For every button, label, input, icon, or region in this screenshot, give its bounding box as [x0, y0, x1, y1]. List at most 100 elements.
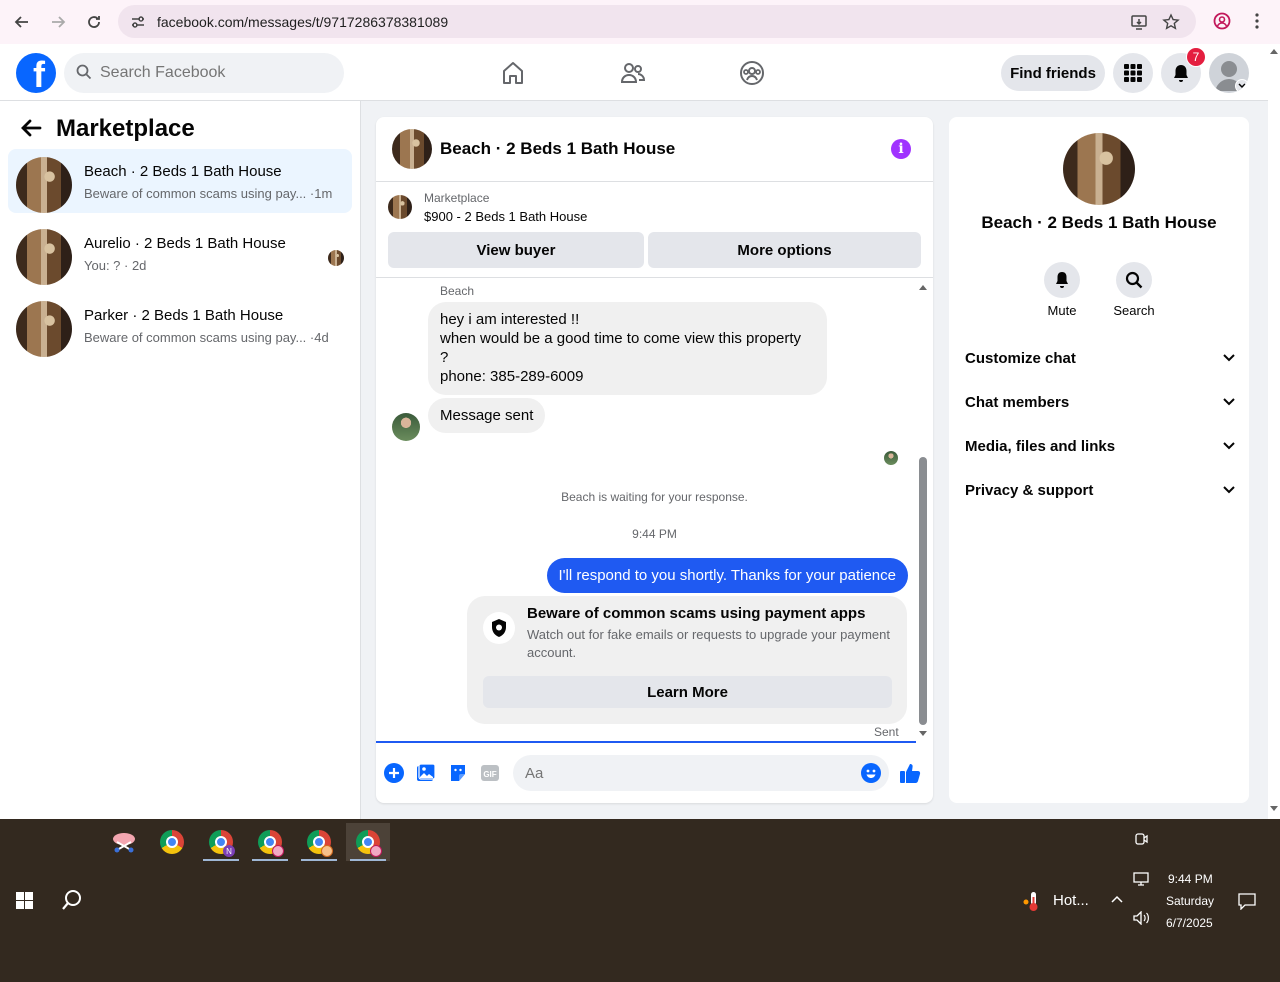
- home-icon[interactable]: [498, 58, 528, 88]
- section-label: Chat members: [965, 393, 1070, 411]
- chat-avatar: [1063, 133, 1135, 205]
- chevron-down-icon: [1223, 442, 1235, 450]
- scam-warning-card: Beware of common scams using payment app…: [467, 596, 907, 724]
- search-icon: [76, 64, 92, 80]
- sent-status: Sent: [874, 725, 899, 739]
- volume-icon[interactable]: [1133, 911, 1151, 925]
- chat-title[interactable]: Beach · 2 Beds 1 Bath House: [440, 139, 675, 159]
- weather-text[interactable]: Hot...: [1053, 892, 1089, 909]
- url-text[interactable]: facebook.com/messages/t/9717286378381089: [157, 14, 448, 30]
- message-line: phone: 385-289-6009: [440, 368, 584, 385]
- back-icon[interactable]: [8, 8, 36, 36]
- chevron-up-icon[interactable]: [1111, 895, 1123, 903]
- find-friends-button[interactable]: Find friends: [1001, 55, 1105, 91]
- listing-thumbnail: [16, 229, 72, 285]
- profile-icon[interactable]: [1213, 12, 1231, 30]
- search-icon[interactable]: [61, 889, 83, 911]
- chat-header: Beach · 2 Beds 1 Bath House i: [376, 117, 933, 182]
- conversation-list-panel: Marketplace Beach · 2 Beds 1 Bath House …: [0, 101, 361, 819]
- outgoing-message[interactable]: I'll respond to you shortly. Thanks for …: [546, 558, 908, 593]
- action-center-icon[interactable]: [1238, 892, 1256, 910]
- mute-button[interactable]: Mute: [1032, 262, 1092, 318]
- clock-date[interactable]: 6/7/2025: [1166, 916, 1213, 930]
- scam-warning-description: Watch out for fake emails or requests to…: [527, 627, 890, 660]
- sender-avatar[interactable]: [392, 413, 420, 441]
- conversation-item[interactable]: Parker · 2 Beds 1 Bath House Beware of c…: [8, 293, 352, 357]
- chrome-profile-icon[interactable]: [346, 823, 390, 861]
- browser-menu-icon[interactable]: [1254, 13, 1260, 29]
- message-input[interactable]: [525, 764, 845, 782]
- scroll-up-icon[interactable]: [1270, 48, 1278, 54]
- chrome-profile-icon[interactable]: [248, 823, 292, 861]
- chat-thumbnail[interactable]: [392, 129, 432, 169]
- page-scrollbar[interactable]: [1268, 44, 1280, 819]
- friends-icon[interactable]: [618, 58, 648, 88]
- message-line: when would be a good time to come view t…: [440, 330, 802, 347]
- reload-icon[interactable]: [80, 8, 108, 36]
- message-sent-bubble[interactable]: Message sent: [428, 398, 546, 433]
- incoming-message[interactable]: hey i am interested !! when would be a g…: [428, 302, 827, 395]
- site-settings-icon[interactable]: [130, 14, 146, 30]
- account-avatar[interactable]: [1209, 53, 1249, 93]
- conversation-preview: You: ? · 2d: [84, 258, 147, 273]
- forward-icon[interactable]: [44, 8, 72, 36]
- install-app-icon[interactable]: [1130, 13, 1148, 31]
- more-options-button[interactable]: More options: [648, 232, 921, 268]
- clock-day[interactable]: Saturday: [1166, 894, 1214, 908]
- message-composer: GIF: [376, 743, 933, 803]
- conversation-item[interactable]: Beach · 2 Beds 1 Bath House Beware of co…: [8, 149, 352, 213]
- scroll-down-icon[interactable]: [1270, 806, 1278, 812]
- scroll-up-icon[interactable]: [919, 284, 927, 290]
- message-line: hey i am interested !!: [440, 311, 580, 328]
- conversation-preview: Beware of common scams using pay... ·1m: [84, 186, 333, 201]
- listing-thumbnail: [16, 301, 72, 357]
- chevron-down-icon: [1235, 79, 1249, 93]
- media-files-links-section[interactable]: Media, files and links: [965, 424, 1235, 468]
- listing-thumbnail: [388, 195, 412, 219]
- bookmark-star-icon[interactable]: [1162, 13, 1180, 31]
- chat-members-section[interactable]: Chat members: [965, 380, 1235, 424]
- emoji-icon[interactable]: [861, 763, 881, 783]
- search-icon: [1116, 262, 1152, 298]
- conversation-name: Beach · 2 Beds 1 Bath House: [84, 163, 282, 180]
- section-label: Privacy & support: [965, 481, 1094, 499]
- windows-start-icon[interactable]: [16, 892, 33, 909]
- view-buyer-button[interactable]: View buyer: [388, 232, 644, 268]
- meet-now-icon[interactable]: [1134, 831, 1148, 847]
- chrome-profile-icon[interactable]: [297, 823, 341, 861]
- conversation-item[interactable]: Aurelio · 2 Beds 1 Bath House You: ? · 2…: [8, 221, 352, 285]
- weather-thermometer-icon[interactable]: [1023, 890, 1043, 912]
- customize-chat-section[interactable]: Customize chat: [965, 336, 1235, 380]
- plus-circle-icon[interactable]: [383, 762, 405, 784]
- facebook-header: f Find friends 7: [0, 44, 1280, 101]
- listing-price-title[interactable]: $900 - 2 Beds 1 Bath House: [424, 209, 587, 224]
- scroll-thumb[interactable]: [919, 457, 927, 725]
- svg-text:GIF: GIF: [483, 770, 496, 779]
- scroll-down-icon[interactable]: [919, 731, 927, 737]
- clock-time[interactable]: 9:44 PM: [1168, 872, 1213, 886]
- info-icon[interactable]: i: [891, 139, 911, 159]
- sticker-icon[interactable]: [447, 762, 469, 784]
- chrome-profile-icon[interactable]: N: [199, 823, 243, 861]
- back-arrow-icon[interactable]: [20, 119, 42, 140]
- learn-more-button[interactable]: Learn More: [483, 676, 892, 708]
- chevron-down-icon: [1223, 398, 1235, 406]
- waiting-status: Beach is waiting for your response.: [561, 490, 748, 504]
- search-input[interactable]: [100, 64, 320, 82]
- snipping-tool-icon[interactable]: [102, 823, 146, 861]
- chrome-icon[interactable]: [150, 823, 194, 861]
- thumbs-up-icon[interactable]: [899, 762, 921, 784]
- gif-icon[interactable]: GIF: [479, 762, 501, 784]
- message-input-wrapper[interactable]: [513, 755, 889, 791]
- address-bar[interactable]: facebook.com/messages/t/9717286378381089: [118, 5, 1196, 38]
- listing-thumbnail: [16, 157, 72, 213]
- groups-icon[interactable]: [737, 58, 767, 88]
- photo-icon[interactable]: [415, 762, 437, 784]
- menu-grid-icon[interactable]: [1113, 53, 1153, 93]
- facebook-logo[interactable]: f: [16, 53, 56, 93]
- search-chat-button[interactable]: Search: [1104, 262, 1164, 318]
- privacy-support-section[interactable]: Privacy & support: [965, 468, 1235, 512]
- network-icon[interactable]: [1133, 872, 1149, 886]
- browser-toolbar: facebook.com/messages/t/9717286378381089: [0, 0, 1280, 44]
- facebook-search[interactable]: [64, 53, 344, 93]
